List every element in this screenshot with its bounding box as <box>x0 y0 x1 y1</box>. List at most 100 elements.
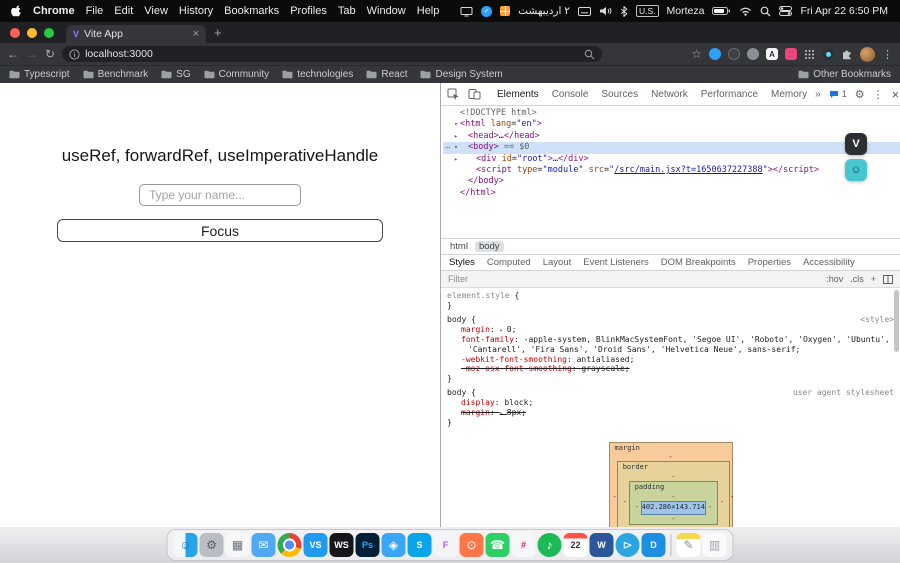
bookmark-design-system[interactable]: Design System <box>420 69 503 80</box>
address-bar[interactable]: localhost:3000 <box>62 46 603 62</box>
css-declaration[interactable]: -moz-osx-font-smoothing: grayscale; <box>447 364 894 374</box>
tree-row[interactable]: ⋯▸<head>…</head> <box>443 131 900 142</box>
pseudo-state-toggle[interactable]: :hov <box>826 274 843 284</box>
dock-photoshop-icon[interactable]: Ps <box>355 533 380 557</box>
minimize-window-button[interactable] <box>27 28 37 38</box>
browser-menu-icon[interactable]: ⋮ <box>882 48 893 61</box>
bookmark-technologies[interactable]: technologies <box>282 69 353 80</box>
dock-system-preferences-icon[interactable]: ⚙ <box>199 533 224 557</box>
reload-icon[interactable]: ↻ <box>45 48 55 60</box>
display-icon[interactable] <box>460 6 473 17</box>
devtools-tab-memory[interactable]: Memory <box>771 89 807 100</box>
dock-vscode-icon[interactable]: VS <box>303 533 328 557</box>
devtools-tab-performance[interactable]: Performance <box>701 89 758 100</box>
username-label[interactable]: Morteza <box>667 5 705 17</box>
dock-figma-icon[interactable]: F <box>433 533 458 557</box>
extension-icon-2[interactable] <box>728 48 740 60</box>
orange-grid-icon[interactable] <box>500 6 511 16</box>
extension-icon-5[interactable] <box>785 48 797 60</box>
dock-whatsapp-icon[interactable]: ☎ <box>485 533 510 557</box>
bluetooth-icon[interactable] <box>620 5 628 17</box>
keyboard-icon[interactable] <box>577 6 591 16</box>
tree-row[interactable]: ⋯</html> <box>443 188 900 199</box>
devtools-close-icon[interactable]: × <box>892 87 900 102</box>
react-devtools-icon[interactable] <box>822 48 834 60</box>
close-window-button[interactable] <box>10 28 20 38</box>
menu-item-history[interactable]: History <box>179 5 213 17</box>
focus-button[interactable]: Focus <box>57 219 383 242</box>
blue-status-icon[interactable]: ✓ <box>481 5 493 17</box>
dock-notes-icon[interactable]: ✎ <box>676 533 701 557</box>
menubar-clock[interactable]: Fri Apr 22 6:50 PM <box>800 5 888 17</box>
bookmark-community[interactable]: Community <box>204 69 269 80</box>
dock-chrome-icon[interactable] <box>277 533 302 557</box>
menu-item-tab[interactable]: Tab <box>338 5 356 17</box>
devtools-tab-elements[interactable]: Elements <box>497 89 539 100</box>
battery-icon[interactable] <box>712 6 731 16</box>
tree-row[interactable]: ⋯<!DOCTYPE html> <box>443 108 900 119</box>
dock-launchpad-icon[interactable]: ▦ <box>225 533 250 557</box>
more-tabs-icon[interactable]: » <box>815 89 821 100</box>
dock-trash-icon[interactable]: ▥ <box>702 533 727 557</box>
extension-overlay-badge-2[interactable]: ☺ <box>845 159 867 181</box>
new-style-rule-icon[interactable]: + <box>871 274 876 284</box>
dock-postman-icon[interactable]: ⊙ <box>459 533 484 557</box>
dock-docker-icon[interactable]: D <box>641 533 666 557</box>
sidebar-tab-styles[interactable]: Styles <box>449 257 475 268</box>
tree-row[interactable]: ⋯<script type="module" src="/src/main.js… <box>443 165 900 176</box>
box-model[interactable]: margin - - border - - padding - - 402.28… <box>608 441 734 527</box>
extensions-puzzle-icon[interactable] <box>841 48 853 60</box>
sidebar-tab-accessibility[interactable]: Accessibility <box>803 257 855 268</box>
sidebar-tab-computed[interactable]: Computed <box>487 257 531 268</box>
pane-layout-icon[interactable] <box>883 274 893 284</box>
extension-icon-3[interactable] <box>747 48 759 60</box>
devtools-settings-icon[interactable]: ⚙ <box>855 88 865 101</box>
bookmark-react[interactable]: React <box>366 69 407 80</box>
forward-icon[interactable]: → <box>26 48 38 60</box>
dock-webstorm-icon[interactable]: WS <box>329 533 354 557</box>
extension-icon-1[interactable] <box>709 48 721 60</box>
other-bookmarks[interactable]: Other Bookmarks <box>798 69 891 80</box>
dock-telegram-icon[interactable]: ⊳ <box>615 533 640 557</box>
breadcrumb-body[interactable]: body <box>474 241 504 252</box>
wifi-icon[interactable] <box>739 6 752 16</box>
inspect-element-icon[interactable] <box>447 88 460 101</box>
css-declaration[interactable]: font-family: -apple-system, BlinkMacSyst… <box>447 335 894 354</box>
menu-item-profiles[interactable]: Profiles <box>290 5 327 17</box>
scrollbar-thumb[interactable] <box>894 290 899 352</box>
box-model-content[interactable]: 402.286×143.714 <box>640 500 706 515</box>
site-info-icon[interactable] <box>69 48 80 60</box>
menu-item-window[interactable]: Window <box>367 5 406 17</box>
sidebar-tab-dom-breakpoints[interactable]: DOM Breakpoints <box>661 257 736 268</box>
new-tab-button[interactable]: + <box>214 26 222 39</box>
extension-icon-a[interactable]: A <box>766 48 778 60</box>
sidebar-tab-layout[interactable]: Layout <box>543 257 572 268</box>
class-toggle[interactable]: .cls <box>850 274 864 284</box>
google-apps-grid-icon[interactable] <box>804 49 815 60</box>
devtools-tab-console[interactable]: Console <box>552 89 589 100</box>
dock-skype-icon[interactable]: S <box>407 533 432 557</box>
bookmark-star-icon[interactable]: ☆ <box>691 48 702 60</box>
dock-word-icon[interactable]: W <box>589 533 614 557</box>
tree-row[interactable]: ⋯ ▾ <body> == $0 <box>443 142 900 154</box>
bookmark-sg[interactable]: SG <box>161 69 191 80</box>
bookmark-typescript[interactable]: Typescript <box>9 69 70 80</box>
menu-item-edit[interactable]: Edit <box>114 5 133 17</box>
apple-menu-icon[interactable] <box>10 4 22 18</box>
menu-item-bookmarks[interactable]: Bookmarks <box>224 5 279 17</box>
back-icon[interactable]: ← <box>7 48 19 60</box>
spotlight-icon[interactable] <box>760 6 771 17</box>
menu-item-view[interactable]: View <box>144 5 168 17</box>
css-declaration[interactable]: display: block; <box>447 398 894 408</box>
browser-tab[interactable]: V Vite App × <box>66 25 206 43</box>
issues-badge[interactable]: 1 <box>829 89 847 99</box>
persian-date-label[interactable]: ۲ اردیبهشت <box>518 5 570 17</box>
tab-close-icon[interactable]: × <box>193 28 199 40</box>
tree-row[interactable]: ⋯▸<div id="root">…</div> <box>443 154 900 165</box>
dock-safari-icon[interactable]: ◈ <box>381 533 406 557</box>
devtools-tab-sources[interactable]: Sources <box>601 89 638 100</box>
tree-row[interactable]: ⋯▾<html lang="en"> <box>443 119 900 130</box>
dock-finder-icon[interactable]: ☺ <box>173 533 198 557</box>
zoom-icon[interactable] <box>584 49 595 60</box>
dock-calendar-icon[interactable]: 22 <box>563 533 588 557</box>
